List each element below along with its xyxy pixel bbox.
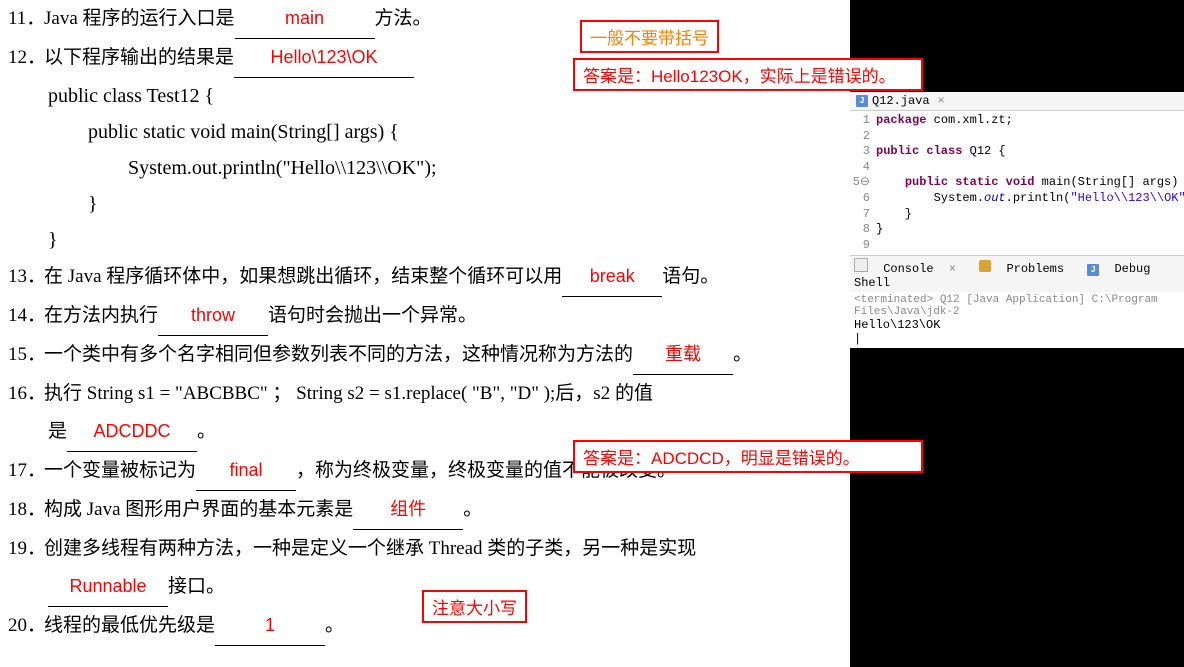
q13-text: 在 Java 程序循环体中，如果想跳出循环，结束整个循环可以用 <box>44 266 562 287</box>
problems-icon <box>979 260 991 272</box>
console-output: Hello\123\OK <box>854 318 1180 332</box>
q14-answer: throw <box>191 305 235 325</box>
debug-icon: J <box>1087 264 1099 276</box>
q11-answer: main <box>285 8 324 28</box>
question-15: 15．一个类中有多个名字相同但参数列表不同的方法，这种情况称为方法的 重载 。 <box>0 336 850 375</box>
annotation-q12: 答案是：Hello123OK，实际上是错误的。 <box>573 58 923 91</box>
q11-text: Java 程序的运行入口是 <box>44 8 235 29</box>
q19-num: 19． <box>8 530 44 568</box>
ide-panel: J Q12.java × 1package com.xml.zt; 2 3pub… <box>850 92 1184 348</box>
q18-num: 18． <box>8 491 44 529</box>
q17-text: 一个变量被标记为 <box>44 460 196 481</box>
question-18: 18．构成 Java 图形用户界面的基本元素是 组件 。 <box>0 491 850 530</box>
ide-tab-bar: J Q12.java × <box>850 92 1184 111</box>
q11-post: 方法。 <box>375 8 432 29</box>
console-icon <box>854 258 868 272</box>
q17-answer: final <box>230 460 263 480</box>
q20-blank: 1 <box>215 607 325 646</box>
q16-text: 执行 String s1 = "ABCBBC" ； String s2 = s1… <box>44 383 653 404</box>
q17-blank: final <box>196 452 296 491</box>
q19-text: 创建多线程有两种方法，一种是定义一个继承 Thread 类的子类，另一种是实现 <box>44 538 696 559</box>
q14-num: 14． <box>8 297 44 335</box>
q16-answer: ADCDDC <box>94 421 171 441</box>
q13-answer: break <box>590 266 635 286</box>
q11-blank: main <box>235 0 375 39</box>
q12-blank: Hello\123\OK <box>234 39 414 78</box>
q15-post: 。 <box>733 344 752 365</box>
q18-blank: 组件 <box>353 491 463 530</box>
q14-post: 语句时会抛出一个异常。 <box>268 305 477 326</box>
q12-text: 以下程序输出的结果是 <box>44 47 234 68</box>
q15-answer: 重载 <box>665 344 701 364</box>
close-icon[interactable]: × <box>938 94 945 108</box>
java-file-icon: J <box>856 95 868 107</box>
q18-answer: 组件 <box>390 499 426 519</box>
ide-code-area[interactable]: 1package com.xml.zt; 2 3public class Q12… <box>850 111 1184 255</box>
question-11: 11．Java 程序的运行入口是 main 方法。 <box>0 0 850 39</box>
question-14: 14．在方法内执行 throw 语句时会抛出一个异常。 <box>0 297 850 336</box>
document-area: 11．Java 程序的运行入口是 main 方法。 12．以下程序输出的结果是 Hel… <box>0 0 850 667</box>
q15-text: 一个类中有多个名字相同但参数列表不同的方法，这种情况称为方法的 <box>44 344 633 365</box>
q15-num: 15． <box>8 336 44 374</box>
code-l4: } <box>48 186 850 222</box>
question-19-l1: 19．创建多线程有两种方法，一种是定义一个继承 Thread 类的子类，另一种是… <box>0 530 850 568</box>
q12-num: 12． <box>8 39 44 77</box>
terminated-label: <terminated> Q12 [Java Application] C:\P… <box>854 294 1180 318</box>
q20-post: 。 <box>325 615 344 636</box>
annotation-q16: 答案是：ADCDCD，明显是错误的。 <box>573 440 923 473</box>
problems-tab[interactable]: Problems <box>979 262 1072 276</box>
q20-num: 20． <box>8 607 44 645</box>
annotation-q19: 注意大小写 <box>422 590 527 623</box>
code-l5: } <box>48 222 850 258</box>
console-cursor: | <box>854 332 1180 346</box>
q15-blank: 重载 <box>633 336 733 375</box>
q14-blank: throw <box>158 297 268 336</box>
question-16-l1: 16．执行 String s1 = "ABCBBC" ； String s2 =… <box>0 375 850 413</box>
q19-post: 接口。 <box>168 576 225 597</box>
ide-tab-label[interactable]: Q12.java <box>872 94 930 108</box>
code-l3: System.out.println("Hello\\123\\OK"); <box>48 150 850 186</box>
q16-post: 。 <box>197 421 216 442</box>
q13-num: 13． <box>8 258 44 296</box>
q18-post: 。 <box>463 499 482 520</box>
question-13: 13．在 Java 程序循环体中，如果想跳出循环，结束整个循环可以用 break 语… <box>0 258 850 297</box>
q19-answer: Runnable <box>69 576 146 596</box>
q19-blank: Runnable <box>48 568 168 607</box>
ide-console: <terminated> Q12 [Java Application] C:\P… <box>850 292 1184 348</box>
ide-bottom-tabs: Console × Problems J Debug Shell <box>850 255 1184 292</box>
q16-blank: ADCDDC <box>67 413 197 452</box>
annotation-q11: 一般不要带括号 <box>580 20 719 53</box>
q20-answer: 1 <box>265 615 275 635</box>
q11-num: 11． <box>8 0 44 38</box>
q18-text: 构成 Java 图形用户界面的基本元素是 <box>44 499 353 520</box>
q13-post: 语句。 <box>662 266 719 287</box>
close-icon[interactable]: × <box>949 262 956 276</box>
q14-text: 在方法内执行 <box>44 305 158 326</box>
q16-pre2: 是 <box>48 421 67 442</box>
console-tab[interactable]: Console × <box>854 262 964 276</box>
q17-num: 17． <box>8 452 44 490</box>
q12-answer: Hello\123\OK <box>270 47 377 67</box>
code-block: public class Test12 { public static void… <box>0 78 850 258</box>
q13-blank: break <box>562 258 662 297</box>
q16-num: 16． <box>8 375 44 413</box>
q20-text: 线程的最低优先级是 <box>44 615 215 636</box>
code-l2: public static void main(String[] args) { <box>48 114 850 150</box>
